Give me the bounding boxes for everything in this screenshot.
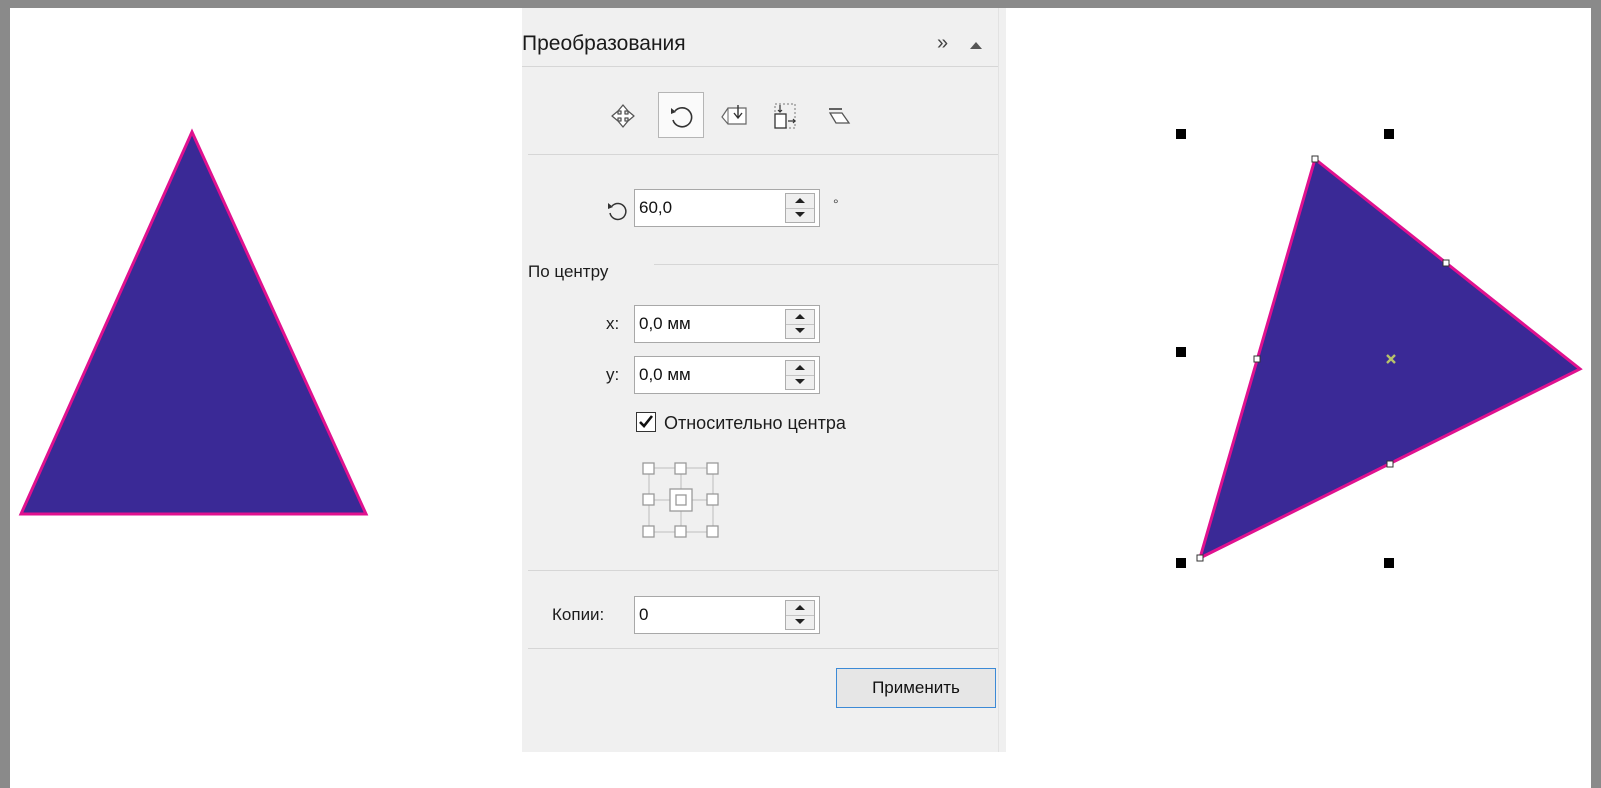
center-y-input[interactable] [639, 357, 769, 393]
rotation-angle-input[interactable] [639, 190, 769, 226]
copies-input[interactable] [639, 597, 769, 633]
skew-mode-button[interactable] [816, 93, 862, 139]
center-y-stepper[interactable] [785, 360, 815, 390]
stepper-down-button[interactable] [786, 615, 814, 629]
stepper-down-button[interactable] [786, 324, 814, 338]
anchor-grid-icon[interactable] [640, 460, 722, 542]
size-icon [774, 103, 796, 129]
center-section-label: По центру [528, 262, 609, 281]
rotation-angle-stepper[interactable] [785, 193, 815, 223]
center-x-input[interactable] [639, 306, 769, 342]
degree-unit: ° [833, 196, 839, 212]
stepper-up-button[interactable] [786, 194, 814, 209]
stepper-up-button[interactable] [786, 310, 814, 325]
divider [522, 66, 998, 67]
collapse-arrow-icon[interactable] [970, 42, 982, 49]
relative-center-checkbox[interactable] [636, 412, 656, 432]
divider [528, 648, 998, 649]
rotate-icon [608, 202, 627, 221]
relative-center-label[interactable]: Относительно центра [664, 413, 846, 434]
x-label: x: [606, 314, 620, 333]
position-mode-button[interactable] [600, 93, 646, 139]
stepper-down-button[interactable] [786, 375, 814, 389]
copies-field[interactable] [634, 596, 820, 634]
expand-icon[interactable]: » [937, 32, 948, 55]
copies-label: Копии: [552, 605, 605, 624]
scale-mirror-mode-button[interactable] [712, 93, 758, 139]
center-y-field[interactable] [634, 356, 820, 394]
stepper-down-button[interactable] [786, 208, 814, 222]
selection-handle-middle-left[interactable] [1176, 347, 1186, 357]
apply-button[interactable]: Применить [836, 668, 996, 708]
copies-stepper[interactable] [785, 600, 815, 630]
selection-handle-top-right[interactable] [1384, 129, 1394, 139]
panel-title: Преобразования [522, 32, 686, 55]
divider [654, 264, 998, 265]
center-x-stepper[interactable] [785, 309, 815, 339]
panel-border [998, 8, 999, 752]
skew-icon [828, 108, 851, 124]
stepper-up-button[interactable] [786, 601, 814, 616]
slide-canvas: Преобразования » 60,0 ° По центру x: 0,0… [10, 8, 1591, 788]
transformations-panel: Преобразования » 60,0 ° По центру x: 0,0… [522, 8, 1006, 752]
selection-handle-bottom-left[interactable] [1176, 558, 1186, 568]
triangle-original[interactable] [10, 8, 390, 528]
center-x-field[interactable] [634, 305, 820, 343]
triangle-rotated[interactable] [1160, 138, 1591, 588]
y-label: y: [606, 365, 620, 384]
size-mode-button[interactable] [762, 93, 808, 139]
selection-handle-bottom-right[interactable] [1384, 558, 1394, 568]
rotation-angle-field[interactable] [634, 189, 820, 227]
divider [528, 570, 998, 571]
position-icon [611, 104, 635, 128]
scale-mirror-icon [721, 105, 747, 125]
checkmark-icon [639, 415, 654, 428]
rotate-icon [671, 107, 693, 128]
rotate-mode-button[interactable] [658, 92, 704, 138]
selection-handle-top-left[interactable] [1176, 129, 1186, 139]
stepper-up-button[interactable] [786, 361, 814, 376]
divider [528, 154, 998, 155]
